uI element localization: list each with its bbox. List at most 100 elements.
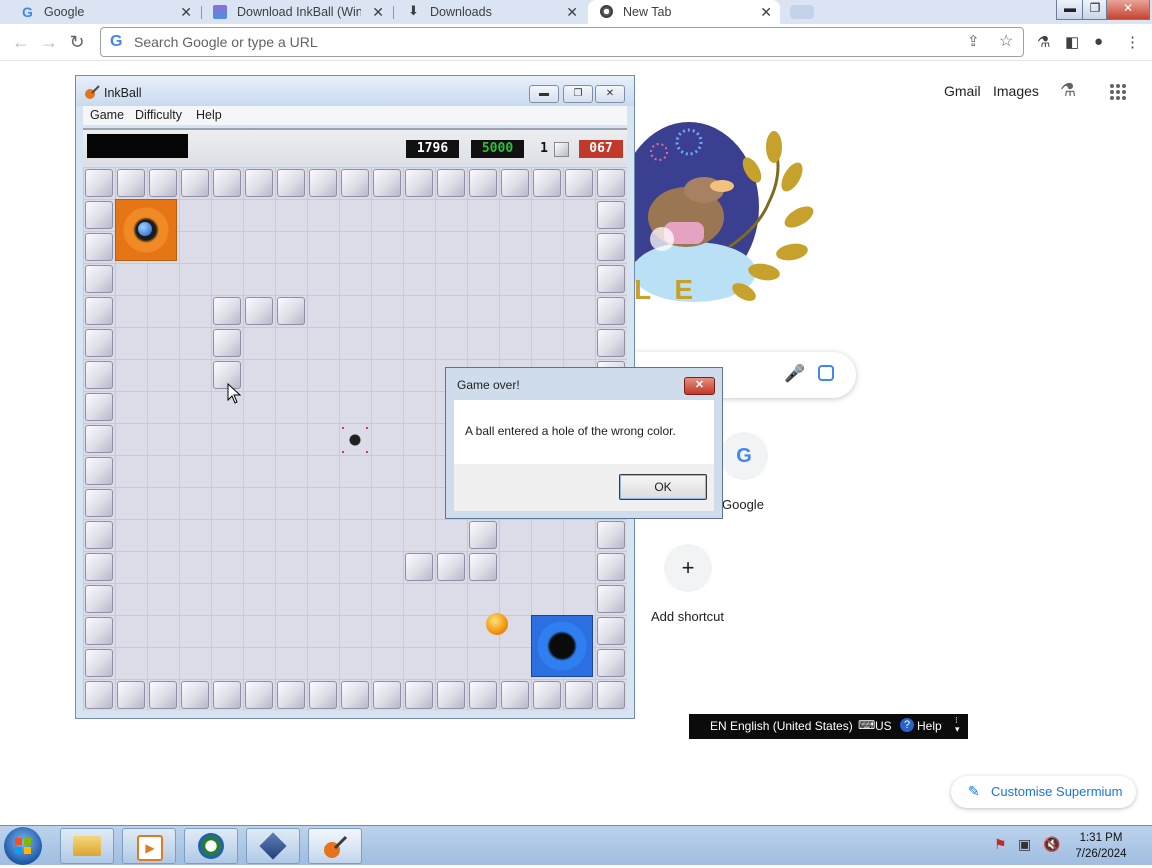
wall-block bbox=[373, 169, 401, 197]
inkball-close-button[interactable]: ✕ bbox=[595, 85, 625, 103]
menu-difficulty[interactable]: Difficulty bbox=[135, 108, 182, 122]
language-bar-options-icon[interactable]: ⁝ ▾ bbox=[955, 716, 960, 734]
wall-block bbox=[85, 233, 113, 261]
more-menu-icon[interactable]: ⋮ bbox=[1125, 33, 1140, 51]
shortcut-google-tile[interactable]: G bbox=[720, 432, 768, 480]
folder-icon bbox=[73, 836, 101, 856]
blue-hole bbox=[531, 615, 593, 677]
wall-block bbox=[181, 169, 209, 197]
timer: 067 bbox=[579, 140, 623, 158]
dialog-close-button[interactable]: ✕ bbox=[684, 377, 715, 395]
close-icon[interactable]: ✕ bbox=[180, 4, 192, 21]
customise-button[interactable]: ✎ Customise Supermium bbox=[951, 776, 1136, 808]
restore-button[interactable]: ❐ bbox=[1082, 0, 1108, 20]
wall-block bbox=[597, 649, 625, 677]
chrome-icon bbox=[600, 5, 613, 18]
apps-grid-icon[interactable] bbox=[1109, 83, 1127, 101]
shortcut-label: Add shortcut bbox=[651, 609, 724, 624]
shortcut-label: Google bbox=[722, 497, 764, 512]
wall-block bbox=[85, 201, 113, 229]
virtualbox-icon bbox=[259, 832, 287, 860]
wall-block bbox=[85, 521, 113, 549]
ok-button[interactable]: OK bbox=[619, 474, 707, 500]
google-lens-icon[interactable] bbox=[818, 365, 834, 381]
wall-block bbox=[85, 425, 113, 453]
inkball-title: InkBall bbox=[104, 86, 142, 100]
system-clock[interactable]: 1:31 PM 7/26/2024 bbox=[1068, 830, 1134, 862]
add-shortcut-button[interactable]: + bbox=[664, 544, 712, 592]
new-tab-button[interactable] bbox=[790, 5, 814, 19]
wall-block bbox=[405, 681, 433, 709]
close-icon[interactable]: ✕ bbox=[760, 4, 772, 21]
images-link[interactable]: Images bbox=[993, 83, 1039, 99]
wall-block bbox=[149, 681, 177, 709]
wall-block bbox=[437, 553, 465, 581]
google-doodle[interactable]: L E bbox=[619, 122, 824, 312]
wall-block bbox=[597, 521, 625, 549]
inkball-title-bar[interactable]: InkBall ▬ ❐ ✕ bbox=[76, 76, 634, 106]
wall-block bbox=[341, 169, 369, 197]
window-close-button[interactable]: ✕ bbox=[1106, 0, 1150, 20]
wall-block bbox=[597, 169, 625, 197]
reload-icon[interactable]: ↻ bbox=[65, 30, 89, 54]
profile-icon[interactable]: ● bbox=[1094, 33, 1103, 50]
wall-block bbox=[85, 169, 113, 197]
wall-block bbox=[85, 361, 113, 389]
tab-title: Google bbox=[44, 5, 85, 19]
labs-flask-icon[interactable]: ⚗ bbox=[1060, 80, 1076, 101]
wall-block bbox=[597, 329, 625, 357]
wall-block bbox=[469, 169, 497, 197]
tab-new-tab[interactable]: New Tab ✕ bbox=[588, 0, 780, 24]
labs-flask-icon[interactable]: ⚗ bbox=[1037, 33, 1050, 51]
bookmark-star-icon[interactable]: ☆ bbox=[999, 31, 1013, 51]
wall-block bbox=[533, 681, 561, 709]
wall-block bbox=[501, 169, 529, 197]
keyboard-layout[interactable]: US bbox=[875, 719, 892, 733]
microphone-icon[interactable]: 🎤 bbox=[784, 364, 805, 384]
forward-arrow-icon[interactable]: → bbox=[37, 30, 61, 54]
back-arrow-icon[interactable]: ← bbox=[9, 30, 33, 54]
wall-block bbox=[85, 649, 113, 677]
pencil-icon: ✎ bbox=[968, 783, 980, 799]
dialog-body: A ball entered a hole of the wrong color… bbox=[454, 400, 714, 464]
taskbar-media-player[interactable]: ▶ bbox=[122, 828, 176, 864]
network-error-icon[interactable]: ⚑ bbox=[994, 836, 1007, 853]
wall-block bbox=[277, 169, 305, 197]
menu-help[interactable]: Help bbox=[196, 108, 222, 122]
start-button[interactable] bbox=[4, 827, 42, 865]
gmail-link[interactable]: Gmail bbox=[944, 83, 981, 99]
tab-download-inkball[interactable]: Download InkBall (Win ✕ bbox=[202, 0, 392, 24]
side-panel-icon[interactable]: ◧ bbox=[1065, 33, 1079, 51]
taskbar-inkball[interactable] bbox=[308, 828, 362, 864]
wall-block bbox=[85, 329, 113, 357]
language-bar[interactable]: EN English (United States) ⌨ US ? Help ⁝… bbox=[689, 714, 968, 739]
help-label[interactable]: Help bbox=[917, 719, 942, 733]
share-icon[interactable]: ⇪ bbox=[967, 32, 980, 50]
wall-block bbox=[565, 681, 593, 709]
wall-block bbox=[469, 521, 497, 549]
windows-taskbar: ▶ ⚑ ▣ 🔇 1:31 PM 7/26/2024 bbox=[0, 825, 1152, 865]
inkball-minimize-button[interactable]: ▬ bbox=[529, 85, 559, 103]
tab-google[interactable]: G Google ✕ bbox=[0, 0, 200, 24]
language-indicator[interactable]: EN English (United States) bbox=[710, 719, 853, 733]
wall-block bbox=[213, 297, 241, 325]
media-player-icon: ▶ bbox=[137, 835, 163, 861]
browser-toolbar: ← → ↻ G Search Google or type a URL ⇪ ☆ … bbox=[0, 24, 1152, 61]
omnibox-placeholder: Search Google or type a URL bbox=[134, 34, 318, 50]
close-icon[interactable]: ✕ bbox=[566, 4, 578, 21]
tab-downloads[interactable]: ⬇ Downloads ✕ bbox=[394, 0, 586, 24]
close-icon[interactable]: ✕ bbox=[372, 4, 384, 21]
omnibox[interactable]: G Search Google or type a URL ⇪ ☆ bbox=[100, 27, 1024, 57]
network-icon[interactable]: ▣ bbox=[1018, 836, 1031, 853]
wall-block bbox=[181, 681, 209, 709]
inkball-maximize-button[interactable]: ❐ bbox=[563, 85, 593, 103]
taskbar-virtualbox[interactable] bbox=[246, 828, 300, 864]
minimize-button[interactable]: ▬ bbox=[1056, 0, 1084, 20]
lives-block-icon bbox=[554, 142, 569, 157]
wall-block bbox=[85, 553, 113, 581]
volume-muted-icon[interactable]: 🔇 bbox=[1043, 836, 1060, 853]
taskbar-explorer[interactable] bbox=[60, 828, 114, 864]
target-score: 5000 bbox=[471, 140, 524, 158]
menu-game[interactable]: Game bbox=[90, 108, 124, 122]
taskbar-browser[interactable] bbox=[184, 828, 238, 864]
